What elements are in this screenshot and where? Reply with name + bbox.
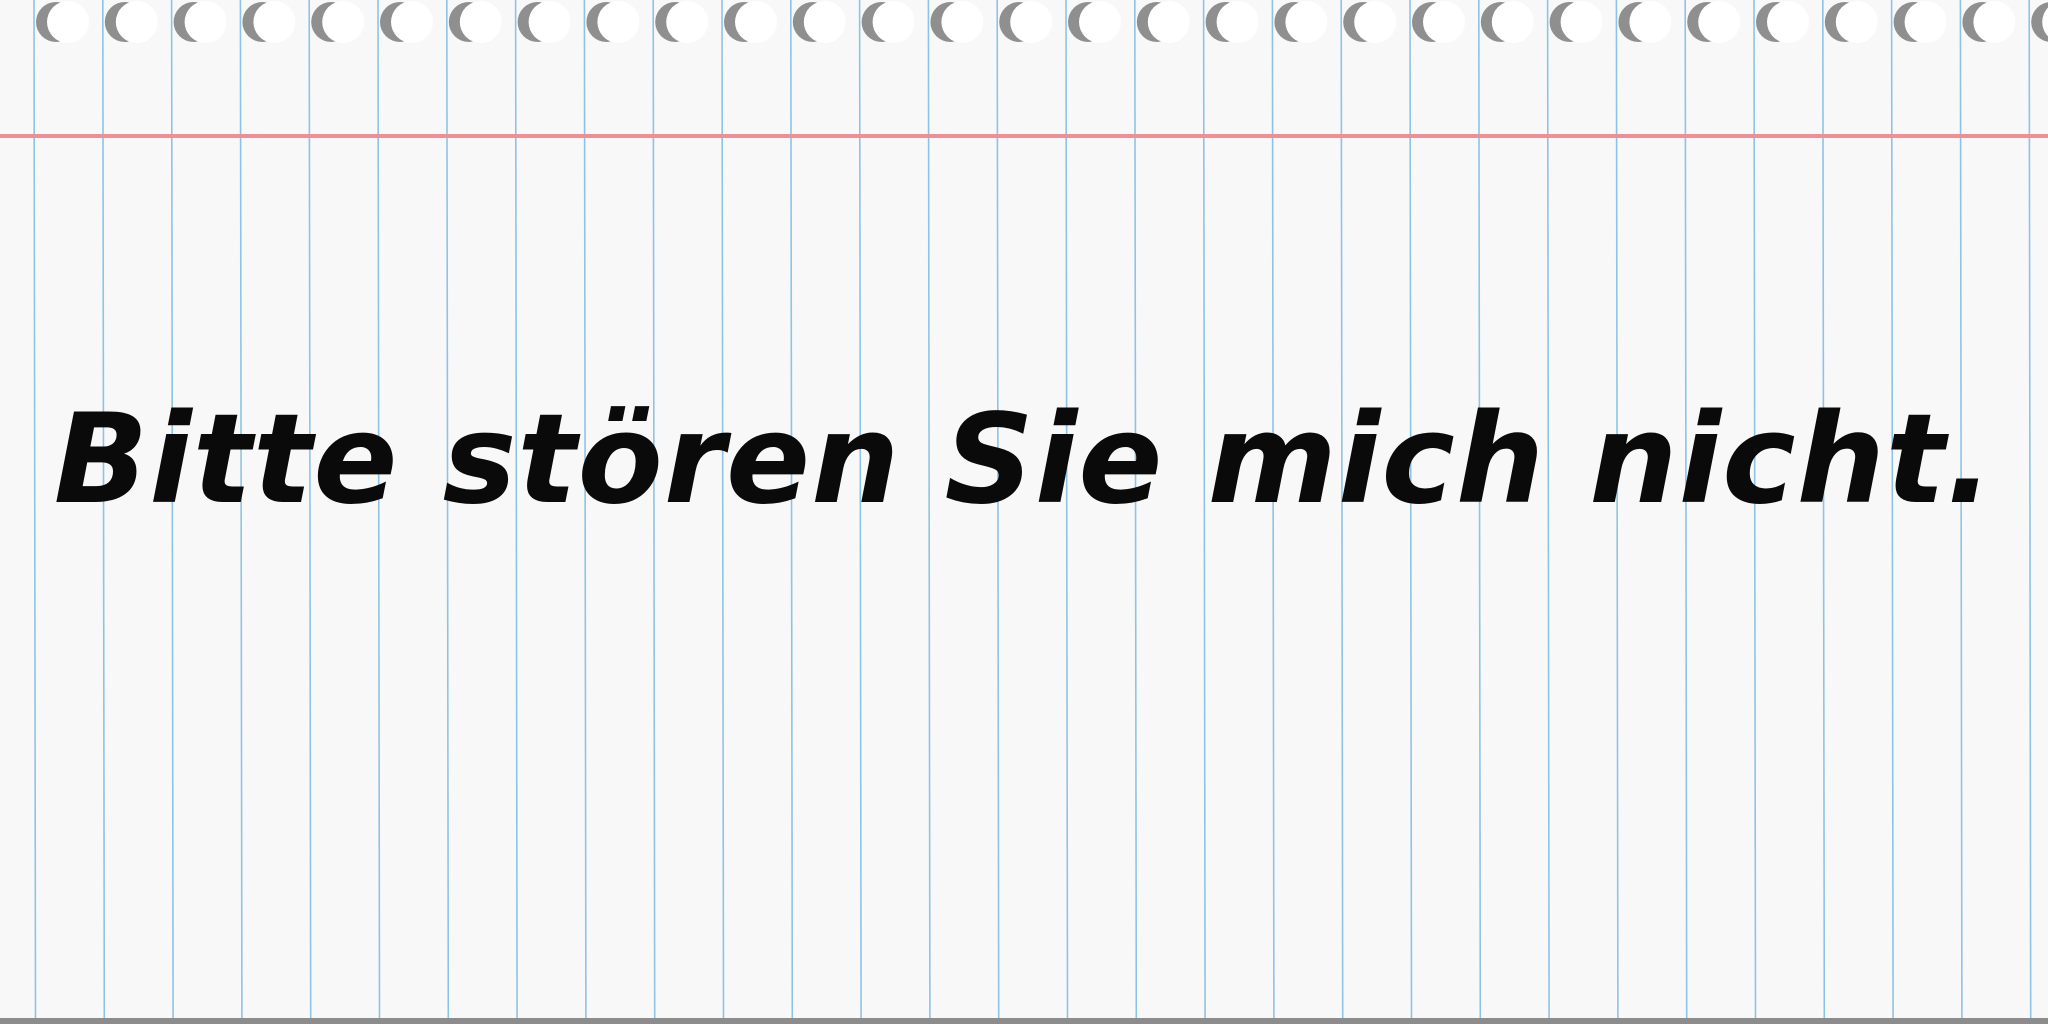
binding-hole	[930, 1, 984, 43]
paper-bottom-edge	[0, 1018, 2048, 1024]
binding-hole	[311, 1, 365, 43]
binding-hole	[1343, 1, 1397, 43]
binding-hole	[861, 1, 915, 43]
binding-hole	[242, 1, 296, 43]
binding-hole	[1893, 1, 1947, 43]
binding-hole	[1068, 1, 1121, 43]
binding-hole	[104, 1, 158, 43]
binding-hole	[1962, 1, 2016, 43]
binding-hole	[380, 1, 433, 43]
binding-hole	[1756, 1, 1809, 43]
note-text: Bitte stören Sie mich nicht.	[53, 388, 1995, 532]
binding-hole	[1274, 1, 1328, 43]
binding-hole	[1618, 1, 1672, 43]
binding-hole	[724, 1, 777, 43]
binding-hole	[173, 1, 227, 43]
binding-hole	[1412, 1, 1465, 43]
binding-hole	[999, 1, 1053, 43]
binding-hole	[2031, 2, 2048, 42]
binding-hole	[36, 1, 89, 43]
binding-hole	[1687, 1, 1741, 43]
binding-hole	[655, 1, 709, 43]
binding-hole	[1480, 1, 1534, 43]
binding-hole	[1549, 1, 1603, 43]
binding-hole	[1205, 1, 1259, 43]
binding-hole	[792, 1, 846, 43]
binding-hole	[448, 1, 502, 43]
notebook-paper: Bitte stören Sie mich nicht.	[0, 0, 2048, 1024]
binding-holes	[36, 1, 2048, 43]
binding-hole	[517, 1, 571, 43]
binding-hole	[586, 1, 640, 43]
binding-hole	[1824, 1, 1878, 43]
binding-hole	[1136, 1, 1190, 43]
